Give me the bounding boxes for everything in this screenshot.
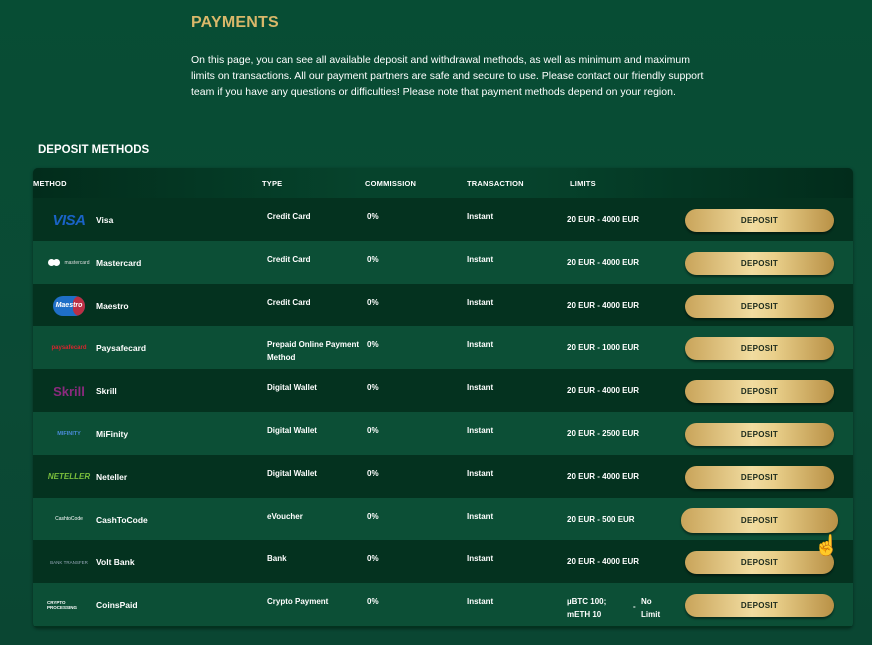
page-title: PAYMENTS bbox=[191, 14, 279, 31]
method-limits: 20 EUR - 4000 EUR bbox=[567, 215, 640, 224]
header-method: METHOD bbox=[33, 179, 67, 188]
method-type: Prepaid Online Payment Method bbox=[267, 340, 360, 363]
method-limits: 20 EUR - 4000 EUR bbox=[567, 471, 640, 481]
method-name: Volt Bank bbox=[96, 557, 135, 568]
method-type: Digital Wallet bbox=[267, 383, 317, 393]
neteller-logo-icon: NETELLER bbox=[47, 472, 91, 482]
method-commission: 0% bbox=[367, 212, 379, 221]
deposit-button[interactable]: DEPOSIT bbox=[685, 422, 834, 446]
method-transaction: Instant bbox=[467, 468, 494, 478]
method-limits: 20 EUR - 2500 EUR bbox=[567, 428, 640, 438]
method-commission: 0% bbox=[367, 340, 379, 350]
method-type: Bank bbox=[267, 554, 287, 564]
method-commission: 0% bbox=[367, 297, 379, 307]
method-limits: 20 EUR - 1000 EUR bbox=[567, 343, 640, 353]
method-transaction: Instant bbox=[467, 511, 494, 521]
deposit-button[interactable]: DEPOSIT bbox=[685, 294, 834, 318]
paysafecard-logo-icon: paysafecard bbox=[51, 345, 87, 352]
maestro-logo-icon: Maestro bbox=[47, 295, 91, 316]
method-transaction: Instant bbox=[467, 425, 494, 435]
method-limits: 20 EUR - 4000 EUR bbox=[567, 386, 640, 396]
header-limits: LIMITS bbox=[570, 179, 596, 188]
page-intro: On this page, you can see all available … bbox=[191, 54, 704, 98]
method-name: Maestro bbox=[96, 300, 129, 311]
deposit-methods-table: METHOD TYPE COMMISSION TRANSACTION LIMIT… bbox=[33, 168, 853, 628]
method-type: Credit Card bbox=[267, 297, 311, 307]
method-limit-max: No Limit bbox=[641, 597, 661, 620]
visa-logo-icon: VISA bbox=[52, 211, 86, 229]
mifinity-logo-icon: MIFINITY bbox=[57, 430, 81, 437]
header-transaction: TRANSACTION bbox=[467, 179, 524, 188]
table-row: NETELLER Neteller Digital Wallet 0% Inst… bbox=[33, 454, 853, 498]
table-row: CRYPTO PROCESSING CoinsPaid Crypto Payme… bbox=[33, 583, 853, 626]
method-transaction: Instant bbox=[467, 340, 494, 350]
method-name: CoinsPaid bbox=[96, 600, 138, 611]
method-transaction: Instant bbox=[467, 597, 494, 607]
method-type: Credit Card bbox=[267, 212, 311, 221]
method-commission: 0% bbox=[367, 383, 379, 393]
method-limits: 20 EUR - 4000 EUR bbox=[567, 557, 640, 567]
method-transaction: Instant bbox=[467, 297, 494, 307]
method-commission: 0% bbox=[367, 425, 379, 435]
table-row: paysafecard Paysafecard Prepaid Online P… bbox=[33, 326, 853, 370]
table-row: BANK TRANSFER Volt Bank Bank 0% Instant … bbox=[33, 540, 853, 584]
method-name: Skrill bbox=[96, 386, 117, 397]
method-transaction: Instant bbox=[467, 212, 494, 221]
table-row: VISA Visa Credit Card 0% Instant 20 EUR … bbox=[33, 198, 853, 241]
deposit-button[interactable]: DEPOSIT bbox=[685, 465, 834, 489]
method-limit-separator: - bbox=[633, 602, 636, 612]
method-type: Crypto Payment bbox=[267, 597, 329, 607]
section-title: DEPOSIT METHODS bbox=[38, 144, 150, 156]
deposit-button[interactable]: DEPOSIT bbox=[685, 594, 834, 618]
deposit-button[interactable]: DEPOSIT bbox=[685, 209, 834, 232]
method-type: Digital Wallet bbox=[267, 468, 317, 478]
method-transaction: Instant bbox=[467, 254, 494, 264]
method-limits: 20 EUR - 4000 EUR bbox=[567, 257, 640, 267]
deposit-button[interactable]: DEPOSIT bbox=[685, 337, 834, 361]
method-name: Paysafecard bbox=[96, 343, 147, 354]
method-name: Neteller bbox=[96, 471, 128, 482]
cashtocode-logo-icon: CashtoCode bbox=[55, 516, 83, 523]
table-row: CashtoCode CashToCode eVoucher 0% Instan… bbox=[33, 497, 853, 541]
method-commission: 0% bbox=[367, 554, 379, 564]
deposit-button[interactable]: DEPOSIT bbox=[681, 507, 838, 533]
mastercard-logo-icon: mastercard bbox=[47, 254, 91, 272]
method-limit-min: µBTC 100; mETH 10 bbox=[567, 597, 607, 620]
header-type: TYPE bbox=[262, 179, 283, 188]
method-transaction: Instant bbox=[467, 383, 494, 393]
method-type: Credit Card bbox=[267, 254, 311, 264]
method-name: Mastercard bbox=[96, 257, 142, 268]
table-row: MIFINITY MiFinity Digital Wallet 0% Inst… bbox=[33, 411, 853, 455]
method-transaction: Instant bbox=[467, 554, 494, 564]
deposit-button[interactable]: DEPOSIT bbox=[685, 380, 834, 404]
deposit-button[interactable]: DEPOSIT bbox=[685, 551, 834, 575]
method-type: eVoucher bbox=[267, 511, 303, 521]
table-row: Skrill Skrill Digital Wallet 0% Instant … bbox=[33, 369, 853, 412]
volt-bank-logo-icon: BANK TRANSFER bbox=[50, 559, 88, 565]
method-name: CashToCode bbox=[96, 514, 148, 525]
hand-cursor-icon: ☝ bbox=[814, 535, 839, 557]
method-commission: 0% bbox=[367, 597, 379, 607]
method-name: MiFinity bbox=[96, 428, 129, 439]
table-row: mastercard Mastercard Credit Card 0% Ins… bbox=[33, 240, 853, 284]
method-commission: 0% bbox=[367, 511, 379, 521]
table-header: METHOD TYPE COMMISSION TRANSACTION LIMIT… bbox=[33, 168, 853, 198]
method-limits: 20 EUR - 4000 EUR bbox=[567, 300, 640, 310]
skrill-logo-icon: Skrill bbox=[53, 383, 85, 399]
header-commission: COMMISSION bbox=[365, 179, 417, 188]
method-type: Digital Wallet bbox=[267, 425, 317, 435]
table-row: Maestro Maestro Credit Card 0% Instant 2… bbox=[33, 283, 853, 327]
coinspaid-logo-icon: CRYPTO PROCESSING bbox=[47, 600, 78, 611]
method-name: Visa bbox=[96, 215, 114, 225]
method-commission: 0% bbox=[367, 254, 379, 264]
method-limits: 20 EUR - 500 EUR bbox=[567, 514, 635, 524]
deposit-button[interactable]: DEPOSIT bbox=[685, 251, 834, 275]
method-commission: 0% bbox=[367, 468, 379, 478]
